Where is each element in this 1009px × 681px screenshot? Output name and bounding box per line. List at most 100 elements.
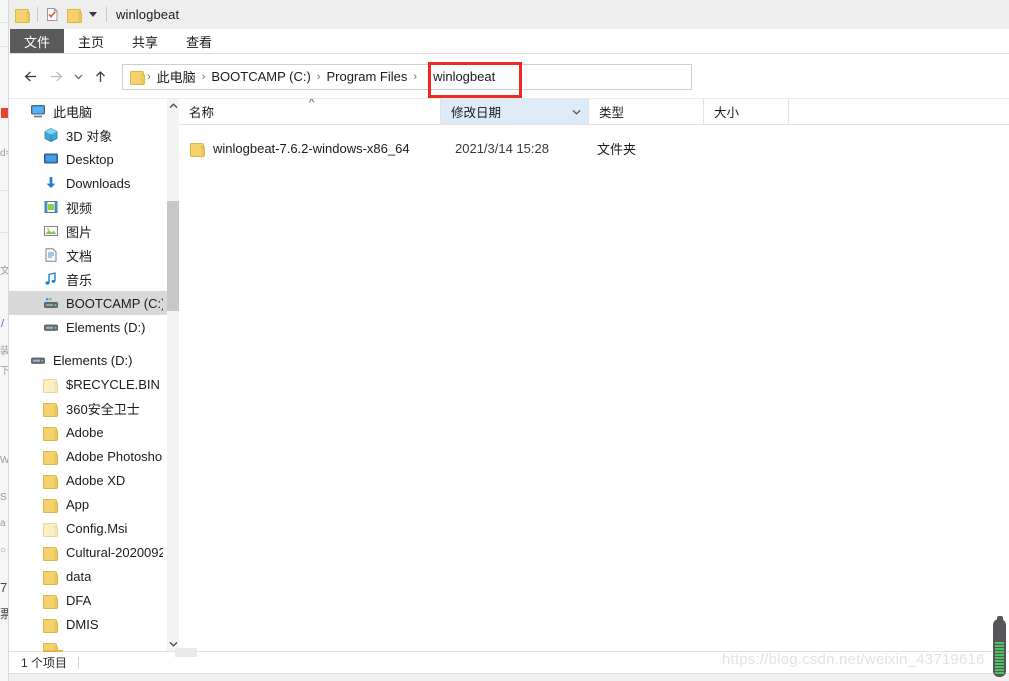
sidebar-item-adobe[interactable]: Adobe [9, 420, 167, 444]
sidebar-item-label: 360安全卫士 [66, 401, 140, 417]
battery-icon[interactable] [993, 616, 1006, 677]
sidebar-item-elements-d-child[interactable]: Elements (D:) [9, 315, 167, 339]
sidebar-item-videos[interactable]: 视频 [9, 195, 167, 219]
3d-objects-icon [42, 127, 59, 144]
sidebar-item-documents[interactable]: 文档 [9, 243, 167, 267]
column-header-name[interactable]: 名称 ^ [179, 99, 441, 124]
chevron-down-icon [89, 12, 97, 17]
properties-icon[interactable] [45, 7, 60, 22]
background-window[interactable]: d= 文 / 装 下 W S a ○ 7 票 [0, 0, 9, 681]
breadcrumb[interactable]: › 此电脑 › BOOTCAMP (C:) › Program Files › … [122, 63, 692, 90]
file-type-cell: 文件夹 [597, 141, 637, 157]
folder-icon [189, 140, 206, 157]
breadcrumb-separator: › [413, 70, 418, 83]
breadcrumb-item-program-files[interactable]: Program Files [321, 69, 412, 84]
drive-icon [42, 319, 59, 336]
folder-icon[interactable] [15, 8, 30, 23]
folder-icon [42, 424, 59, 441]
computer-icon [29, 103, 46, 120]
folder-icon [42, 496, 59, 513]
screen: d= 文 / 装 下 W S a ○ 7 票 [0, 0, 1009, 681]
sidebar-item-dfa[interactable]: DFA [9, 588, 167, 612]
sidebar-item-music[interactable]: 音乐 [9, 267, 167, 291]
tab-file[interactable]: 文件 [10, 29, 65, 53]
artifact-tick [43, 650, 63, 652]
pictures-icon [42, 223, 59, 240]
chevron-up-icon[interactable] [167, 99, 179, 113]
sidebar-item-cultural-20200922[interactable]: Cultural-20200922 [9, 540, 167, 564]
column-header-label: 类型 [599, 106, 625, 120]
sidebar-item-label: Adobe XD [66, 472, 126, 488]
sidebar-item-label: Adobe Photoshop [66, 448, 163, 464]
column-header-type[interactable]: 类型 [589, 99, 704, 124]
sidebar-item-desktop[interactable]: Desktop [9, 147, 167, 171]
sidebar-item-bootcamp-c[interactable]: BOOTCAMP (C:) [9, 291, 167, 315]
sidebar-scrollbar[interactable] [167, 99, 179, 651]
documents-icon [42, 247, 59, 264]
sidebar-item-label: BOOTCAMP (C:) [66, 295, 163, 311]
folder-icon [42, 616, 59, 633]
chevron-down-icon[interactable] [572, 107, 586, 117]
file-date-cell: 2021/3/14 15:28 [455, 140, 549, 156]
downloads-icon [42, 175, 59, 192]
file-list-pane: 名称 ^ 修改日期 类型 大小 winlogbeat-7.6.2-windows… [179, 99, 1009, 651]
recent-locations-button[interactable] [69, 64, 87, 90]
column-header-filler [789, 99, 1009, 124]
folder-icon [42, 376, 59, 393]
sidebar-item-data[interactable]: data [9, 564, 167, 588]
watermark-text: https://blog.csdn.net/weixin_43719616 [722, 651, 985, 668]
breadcrumb-item-this-pc[interactable]: 此电脑 [152, 67, 201, 86]
sidebar-item-label: Elements (D:) [66, 319, 146, 335]
ribbon-tab-bar: 文件 主页 共享 查看 [9, 29, 1009, 54]
sidebar-item-config-msi[interactable]: Config.Msi [9, 516, 167, 540]
sidebar-item-label: 文档 [66, 248, 93, 264]
customize-toolbar-button[interactable] [82, 12, 99, 17]
breadcrumb-item-bootcamp-c[interactable]: BOOTCAMP (C:) [206, 69, 315, 84]
battery-cap [996, 616, 1003, 620]
sidebar-item-adobe-photoshop[interactable]: Adobe Photoshop [9, 444, 167, 468]
column-header-date-modified[interactable]: 修改日期 [441, 99, 589, 124]
sidebar-item-downloads[interactable]: Downloads [9, 171, 167, 195]
folder-icon [42, 592, 59, 609]
sidebar-item-adobe-xd[interactable]: Adobe XD [9, 468, 167, 492]
sidebar-item-recycle-bin[interactable]: $RECYCLE.BIN [9, 372, 167, 396]
sidebar-item-partial[interactable] [9, 636, 167, 651]
title-bar: winlogbeat [9, 0, 1009, 29]
drive-icon [42, 295, 59, 312]
sidebar-item-label: Desktop [66, 151, 114, 167]
tab-home[interactable]: 主页 [64, 29, 118, 53]
background-red-icon [1, 108, 8, 118]
folder-icon [42, 448, 59, 465]
desktop-icon [42, 151, 59, 168]
tab-share[interactable]: 共享 [118, 29, 172, 53]
file-name-cell[interactable]: winlogbeat-7.6.2-windows-x86_64 [179, 140, 441, 157]
sidebar-item-label: 视频 [66, 200, 93, 216]
tab-view[interactable]: 查看 [172, 29, 226, 53]
sidebar-item-label: App [66, 496, 90, 512]
sidebar-item-pictures[interactable]: 图片 [9, 219, 167, 243]
folder-icon [42, 472, 59, 489]
divider [78, 656, 80, 669]
new-folder-icon[interactable] [67, 8, 82, 23]
table-row[interactable]: winlogbeat-7.6.2-windows-x86_64 2021/3/1… [179, 136, 1009, 160]
back-button[interactable] [17, 64, 43, 90]
drive-icon [29, 352, 46, 369]
breadcrumb-item-winlogbeat[interactable]: winlogbeat [428, 69, 500, 84]
up-button[interactable] [87, 64, 113, 90]
sidebar-item-360-safe[interactable]: 360安全卫士 [9, 396, 167, 420]
sidebar-item-this-pc[interactable]: 此电脑 [9, 99, 167, 123]
sidebar-item-elements-d-root[interactable]: Elements (D:) [9, 348, 167, 372]
folder-icon [42, 520, 59, 537]
scrollbar-thumb[interactable] [167, 201, 179, 311]
navigation-pane: 此电脑 3D 对象 Desktop Downloads 视频 图片 文档 音乐 … [9, 99, 179, 651]
window-title: winlogbeat [116, 7, 180, 22]
sidebar-item-label: DFA [66, 592, 92, 608]
artifact-chip [175, 648, 197, 657]
sidebar-item-label: Elements (D:) [53, 352, 133, 368]
sidebar-item-app[interactable]: App [9, 492, 167, 516]
sidebar-item-3d-objects[interactable]: 3D 对象 [9, 123, 167, 147]
quick-access-toolbar [9, 7, 114, 23]
column-header-size[interactable]: 大小 [704, 99, 789, 124]
sidebar-item-dmis[interactable]: DMIS [9, 612, 167, 636]
forward-button[interactable] [43, 64, 69, 90]
